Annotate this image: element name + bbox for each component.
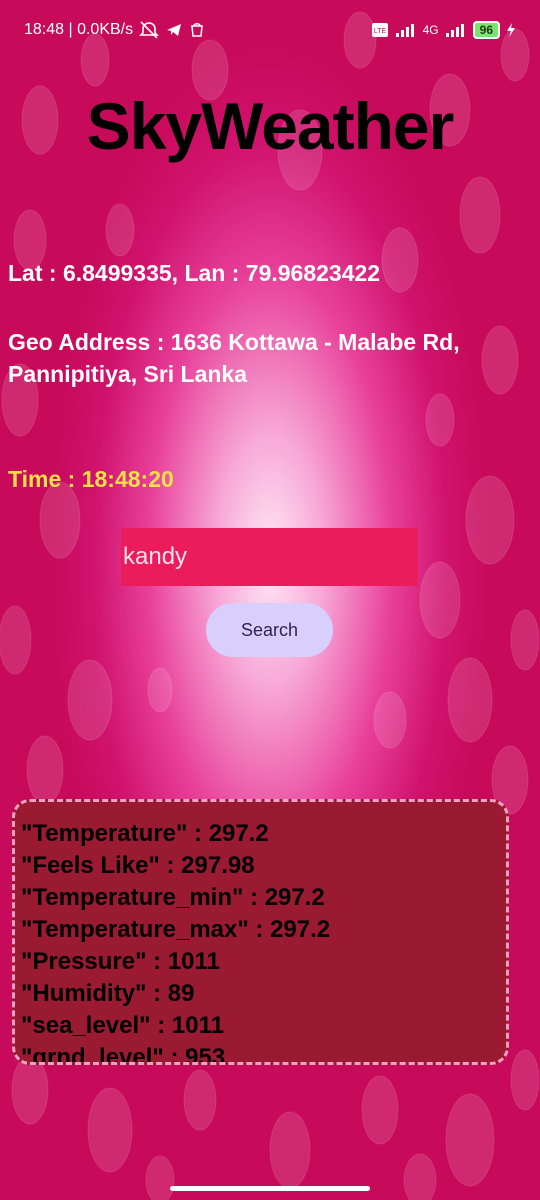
status-left: 18:48 | 0.0KB/s bbox=[24, 21, 205, 39]
status-bar: 18:48 | 0.0KB/s LTE 4G 96 bbox=[0, 0, 540, 60]
charging-icon bbox=[507, 23, 515, 37]
weather-result-panel[interactable]: "Temperature" : 297.2 "Feels Like" : 297… bbox=[12, 799, 509, 1065]
lat-lan-text: Lat : 6.8499335, Lan : 79.96823422 bbox=[8, 260, 381, 286]
signal-icon bbox=[395, 24, 414, 37]
result-feels-like: "Feels Like" : 297.98 bbox=[21, 852, 255, 879]
volte-icon: LTE bbox=[371, 23, 388, 37]
mute-icon bbox=[139, 21, 160, 39]
result-temperature-max: "Temperature_max" : 297.2 bbox=[21, 916, 331, 943]
result-pressure: "Pressure" : 1011 bbox=[21, 948, 220, 975]
search-button[interactable]: Search bbox=[206, 603, 333, 657]
result-humidity: "Humidity" : 89 bbox=[21, 980, 195, 1007]
network-type: 4G bbox=[422, 23, 439, 37]
signal-icon-2 bbox=[445, 24, 464, 37]
app-notification-icon bbox=[191, 23, 203, 37]
status-time-speed: 18:48 | 0.0KB/s bbox=[24, 21, 134, 38]
status-right: LTE 4G 96 bbox=[371, 21, 516, 39]
result-grnd-level: "grnd_level" : 953 bbox=[21, 1044, 226, 1065]
result-sea-level: "sea_level" : 1011 bbox=[21, 1012, 224, 1039]
time-text: Time : 18:48:20 bbox=[8, 466, 174, 492]
result-temperature-min: "Temperature_min" : 297.2 bbox=[21, 884, 325, 911]
geo-address-text: Geo Address : 1636 Kottawa - Malabe Rd, … bbox=[8, 329, 460, 387]
battery-icon: 96 bbox=[472, 21, 500, 39]
svg-text:LTE: LTE bbox=[373, 28, 386, 35]
battery-level: 96 bbox=[479, 23, 493, 37]
app-title: SkyWeather bbox=[86, 89, 455, 163]
home-indicator[interactable] bbox=[170, 1186, 370, 1191]
telegram-icon bbox=[167, 24, 182, 36]
city-search-input[interactable] bbox=[121, 528, 418, 586]
result-temperature: "Temperature" : 297.2 bbox=[21, 820, 269, 847]
